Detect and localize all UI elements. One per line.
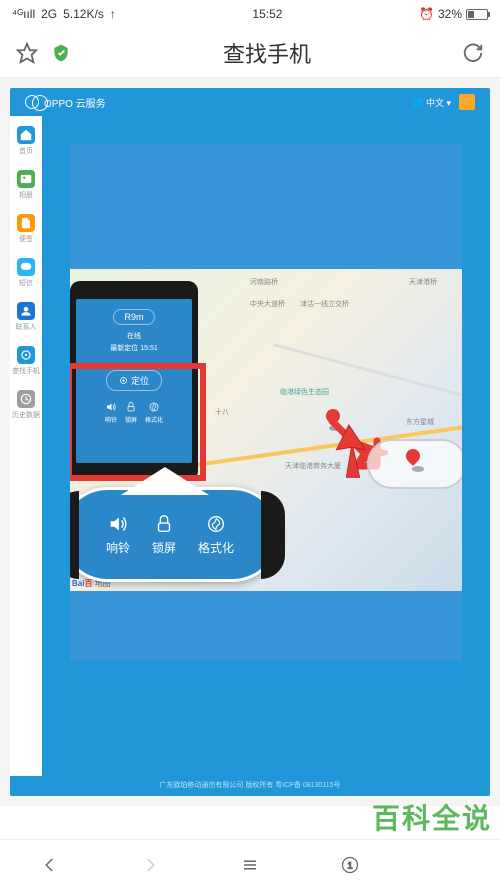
signal-type: 2G bbox=[41, 7, 57, 21]
map-label: 临港绿色生态园 bbox=[280, 387, 329, 397]
forward-button[interactable] bbox=[135, 850, 165, 880]
zoom-action-sound[interactable]: 响铃 bbox=[106, 513, 130, 556]
sidebar-label: 便签 bbox=[19, 234, 33, 244]
sidebar-item-find[interactable]: 查找手机 bbox=[12, 346, 40, 376]
battery-pct: 32% bbox=[438, 7, 462, 21]
brand-text: OPPO 云服务 bbox=[44, 95, 106, 110]
browser-toolbar: 查找手机 bbox=[0, 28, 500, 78]
last-locate-time: 最新定位 15:51 bbox=[110, 343, 157, 353]
security-shield-icon[interactable] bbox=[49, 41, 73, 65]
lock-icon bbox=[153, 513, 175, 535]
sidebar-label: 短信 bbox=[19, 278, 33, 288]
main-content: 河南路桥 中央大道桥 津沽一线立交桥 天津港桥 临港绿色生态园 东方星城 天津临… bbox=[42, 116, 490, 776]
svg-text:1: 1 bbox=[347, 860, 352, 870]
map-label: 十八 bbox=[215, 407, 229, 417]
pin-shadow bbox=[412, 466, 424, 472]
infinity-icon bbox=[25, 95, 39, 109]
cloud-header: OPPO 云服务 🌐 中文 ▾ bbox=[10, 88, 490, 116]
zoom-action-lock[interactable]: 锁屏 bbox=[152, 513, 176, 556]
alarm-icon: ⏰ bbox=[419, 7, 434, 21]
sidebar-label: 历史数据 bbox=[12, 410, 40, 420]
zoom-action-format[interactable]: 格式化 bbox=[198, 513, 234, 556]
sidebar-item-note[interactable]: 便签 bbox=[17, 214, 35, 244]
format-icon bbox=[205, 513, 227, 535]
refresh-icon[interactable] bbox=[461, 41, 485, 65]
hero-block bbox=[70, 144, 462, 269]
home-icon bbox=[17, 126, 35, 144]
sidebar-label: 查找手机 bbox=[12, 366, 40, 376]
device-name: R9m bbox=[113, 309, 154, 325]
content-area: OPPO 云服务 🌐 中文 ▾ 首页相册便签短信联系人查找手机历史数据 河南路桥… bbox=[0, 78, 500, 806]
copyright-footer: 广东欧珀移动通信有限公司 版权所有 粤ICP备 08130115号 bbox=[10, 776, 490, 796]
sidebar-item-contact[interactable]: 联系人 bbox=[16, 302, 37, 332]
watermark-title: 百科全说 bbox=[372, 797, 492, 837]
status-time: 15:52 bbox=[116, 7, 419, 21]
map-label: 津沽一线立交桥 bbox=[300, 299, 349, 309]
sidebar-label: 相册 bbox=[19, 190, 33, 200]
menu-button[interactable] bbox=[235, 850, 265, 880]
contact-icon bbox=[17, 302, 35, 320]
sms-icon bbox=[17, 258, 35, 276]
bookmark-icon[interactable] bbox=[15, 41, 39, 65]
footer-block bbox=[70, 591, 462, 661]
photo-icon bbox=[17, 170, 35, 188]
sidebar-label: 首页 bbox=[19, 146, 33, 156]
tabs-button[interactable]: 1 bbox=[335, 850, 365, 880]
status-bar: ⁴ᴳııll 2G 5.12K/s ↑ 15:52 ⏰ 32% bbox=[0, 0, 500, 28]
sound-icon bbox=[107, 513, 129, 535]
highlight-box bbox=[70, 363, 206, 481]
sidebar-item-photo[interactable]: 相册 bbox=[17, 170, 35, 200]
zoom-callout: 响铃锁屏格式化 bbox=[70, 487, 280, 582]
history-icon bbox=[17, 390, 35, 408]
map-label: 中央大道桥 bbox=[250, 299, 285, 309]
sidebar-item-sms[interactable]: 短信 bbox=[17, 258, 35, 288]
callout-pointer bbox=[125, 471, 205, 495]
cloud-service-page: OPPO 云服务 🌐 中文 ▾ 首页相册便签短信联系人查找手机历史数据 河南路桥… bbox=[10, 88, 490, 796]
sidebar: 首页相册便签短信联系人查找手机历史数据 bbox=[10, 116, 42, 776]
device-status: 在线 bbox=[127, 331, 141, 341]
sidebar-item-history[interactable]: 历史数据 bbox=[12, 390, 40, 420]
sidebar-item-home[interactable]: 首页 bbox=[17, 126, 35, 156]
map-section[interactable]: 河南路桥 中央大道桥 津沽一线立交桥 天津港桥 临港绿色生态园 东方星城 天津临… bbox=[70, 269, 462, 591]
user-avatar[interactable] bbox=[459, 94, 475, 110]
find-icon bbox=[17, 346, 35, 364]
battery-icon bbox=[466, 9, 488, 20]
net-speed: 5.12K/s bbox=[63, 7, 104, 21]
map-label: 河南路桥 bbox=[250, 277, 278, 287]
bottom-nav: 1 bbox=[0, 839, 500, 889]
map-label: 东方星城 bbox=[406, 417, 434, 427]
signal-icon: ⁴ᴳııll bbox=[12, 7, 35, 21]
cloud-logo[interactable]: OPPO 云服务 bbox=[25, 95, 106, 110]
sidebar-label: 联系人 bbox=[16, 322, 37, 332]
language-selector[interactable]: 🌐 中文 ▾ bbox=[412, 96, 451, 109]
back-button[interactable] bbox=[35, 850, 65, 880]
page-title: 查找手机 bbox=[83, 37, 451, 69]
map-label: 天津港桥 bbox=[409, 277, 437, 287]
note-icon bbox=[17, 214, 35, 232]
